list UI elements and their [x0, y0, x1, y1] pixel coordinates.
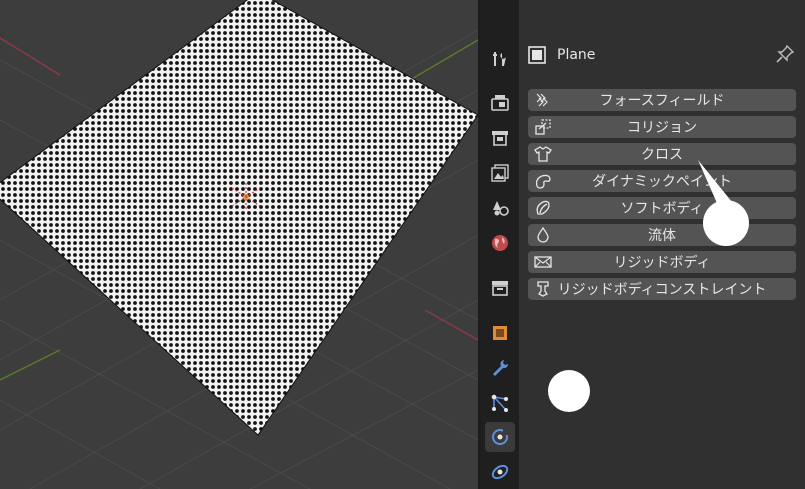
tab-tool[interactable]	[485, 44, 515, 74]
click-callout-icon	[698, 160, 749, 246]
collection-icon	[492, 281, 508, 296]
tab-physics[interactable]	[485, 422, 515, 452]
object-icon	[493, 326, 507, 340]
viewport-scene	[0, 0, 478, 489]
tab-modifiers[interactable]	[485, 353, 515, 383]
properties-tab-bar	[481, 0, 519, 489]
tab-render[interactable]	[485, 88, 515, 118]
y-axis-line	[409, 39, 478, 81]
collision-button[interactable]: コリジョン	[528, 116, 796, 138]
tab-particles[interactable]	[485, 388, 515, 418]
cloth-label: クロス	[641, 147, 683, 163]
force-field-icon	[532, 90, 554, 110]
constraints-icon	[491, 464, 509, 480]
pin-button[interactable]	[775, 44, 795, 68]
wrench-icon	[493, 360, 509, 376]
rigid-body-button[interactable]: リジッドボディ	[528, 251, 796, 273]
rigid-body-icon	[532, 252, 554, 272]
collision-label: コリジョン	[627, 120, 697, 136]
tab-object[interactable]	[485, 318, 515, 348]
x-axis-line	[0, 37, 61, 76]
collision-icon	[532, 117, 554, 137]
rigid-body-constraint-icon	[532, 279, 554, 299]
force-field-label: フォースフィールド	[599, 93, 725, 109]
tab-scene[interactable]	[485, 193, 515, 223]
fluid-icon	[532, 225, 554, 245]
tab-world[interactable]	[485, 228, 515, 258]
force-field-button[interactable]: フォースフィールド	[528, 89, 796, 111]
click-callout-icon	[548, 370, 590, 412]
tab-view-layer[interactable]	[485, 158, 515, 188]
particles-icon	[491, 394, 508, 412]
world-icon	[492, 235, 508, 251]
object-name-row: Plane	[527, 42, 595, 68]
tool-icon	[493, 52, 506, 66]
mesh-object-icon	[528, 46, 546, 64]
tab-output[interactable]	[485, 123, 515, 153]
fluid-label: 流体	[648, 228, 676, 244]
physics-icon	[492, 429, 509, 445]
render-icon	[491, 95, 509, 111]
rigid-body-constraint-label: リジッドボディコンストレイント	[557, 282, 767, 298]
scene-icon	[493, 201, 509, 216]
cloth-icon	[532, 144, 554, 164]
tab-constraints[interactable]	[485, 457, 515, 487]
3d-viewport[interactable]	[0, 0, 478, 489]
object-name: Plane	[557, 47, 596, 63]
view-layer-icon	[491, 164, 509, 182]
plane-mesh[interactable]	[0, 0, 478, 436]
tab-collection[interactable]	[485, 273, 515, 303]
dynamic-paint-icon	[532, 171, 554, 191]
rigid-body-constraint-button[interactable]: リジッドボディコンストレイント	[528, 278, 796, 300]
rigid-body-label: リジッドボディ	[613, 255, 711, 271]
soft-body-icon	[532, 198, 554, 218]
pin-icon	[776, 44, 795, 63]
output-icon	[492, 131, 508, 146]
